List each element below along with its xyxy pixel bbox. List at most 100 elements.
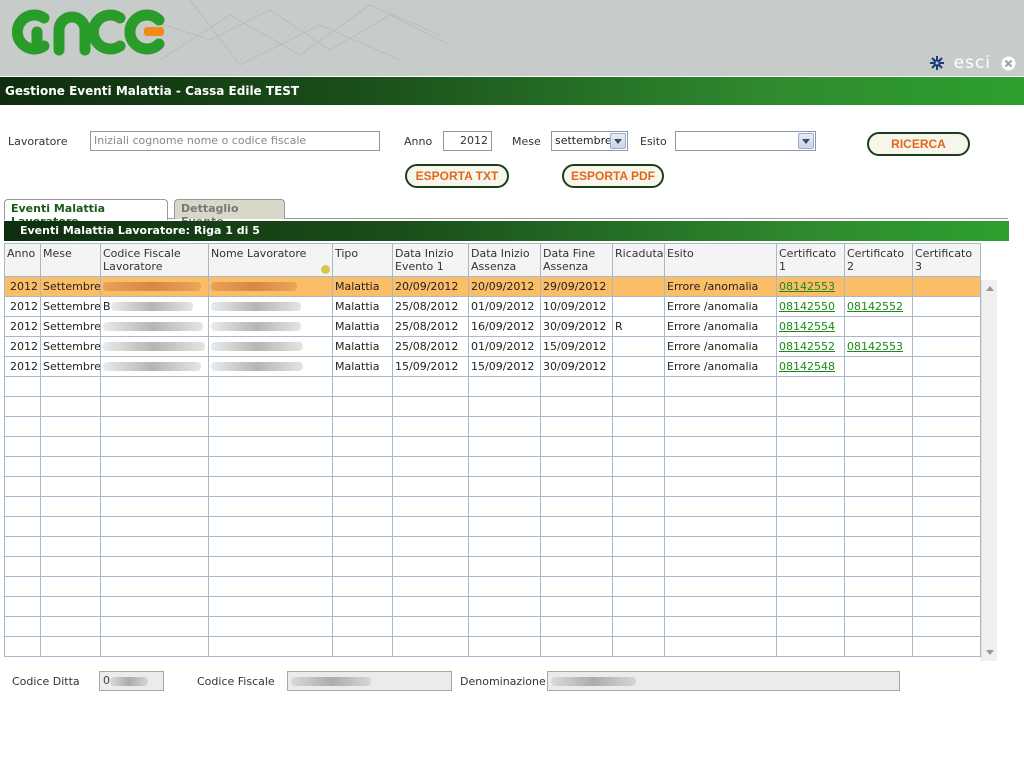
table-cell-nome <box>208 316 333 337</box>
column-header-nome[interactable]: Nome Lavoratore <box>208 243 333 277</box>
table-row[interactable]: 2012 Settembre Malattia 15/09/2012 15/09/201… <box>4 356 981 377</box>
sort-icon[interactable] <box>321 265 330 274</box>
empty-table-row[interactable] <box>4 436 981 457</box>
table-cell-mese <box>40 576 101 597</box>
table-cell-anno <box>4 576 41 597</box>
column-header[interactable]: Tipo <box>332 243 393 277</box>
table-cell-anno: 2012 <box>4 316 41 337</box>
mese-select[interactable]: settembre <box>551 131 628 151</box>
lavoratore-input[interactable]: Iniziali cognome nome o codice fiscale <box>90 131 380 151</box>
table-cell-mese <box>40 556 101 577</box>
export-pdf-button[interactable]: ESPORTA PDF <box>562 164 664 188</box>
table-cell-cf <box>100 316 209 337</box>
table-row[interactable]: 2012 Settembre Malattia 25/08/2012 01/09/201… <box>4 336 981 357</box>
export-txt-button[interactable]: ESPORTA TXT <box>405 164 509 188</box>
empty-table-row[interactable] <box>4 536 981 557</box>
table-cell-cert2 <box>844 516 913 537</box>
table-cell-mese <box>40 596 101 617</box>
table-cell-inizio-evento <box>392 516 469 537</box>
table-cell-nome <box>208 436 333 457</box>
app-header: esci <box>0 0 1024 76</box>
redacted-value <box>211 282 297 291</box>
column-header[interactable]: Esito <box>664 243 777 277</box>
certificate-link[interactable]: 08142548 <box>779 360 835 373</box>
certificate-link[interactable]: 08142550 <box>779 300 835 313</box>
redacted-value <box>211 342 303 351</box>
certificate-link[interactable]: 08142552 <box>779 340 835 353</box>
empty-table-row[interactable] <box>4 416 981 437</box>
table-cell-fine-assenza <box>540 576 613 597</box>
table-cell-cert2: 08142552 <box>844 296 913 317</box>
background-scribble <box>150 0 450 66</box>
table-cell-cert2 <box>844 316 913 337</box>
chevron-down-icon[interactable] <box>610 133 626 149</box>
scroll-down-icon[interactable] <box>986 650 994 655</box>
empty-table-row[interactable] <box>4 596 981 617</box>
table-cell-fine-assenza <box>540 396 613 417</box>
column-header[interactable]: Certificato 2 <box>844 243 913 277</box>
column-header[interactable]: Certificato 1 <box>776 243 845 277</box>
empty-table-row[interactable] <box>4 376 981 397</box>
column-header[interactable]: Anno <box>4 243 41 277</box>
empty-table-row[interactable] <box>4 636 981 657</box>
column-header[interactable]: Data Inizio Evento 1 <box>392 243 469 277</box>
table-cell-inizio-assenza <box>468 516 541 537</box>
empty-table-row[interactable] <box>4 476 981 497</box>
table-cell-tipo <box>332 416 393 437</box>
esito-select[interactable] <box>675 131 816 151</box>
exit-label[interactable]: esci <box>954 54 991 72</box>
column-header[interactable]: Data Inizio Assenza <box>468 243 541 277</box>
table-cell-esito: Errore /anomalia <box>664 276 777 297</box>
table-cell-mese: Settembre <box>40 316 101 337</box>
tab-eventi-malattia[interactable]: Eventi Malattia Lavoratore <box>4 199 168 228</box>
empty-table-row[interactable] <box>4 576 981 597</box>
table-row[interactable]: 2012 Settembre B Malattia 25/08/2012 01/09/20… <box>4 296 981 317</box>
empty-table-row[interactable] <box>4 616 981 637</box>
column-header[interactable]: Certificato 3 <box>912 243 981 277</box>
empty-table-row[interactable] <box>4 456 981 477</box>
table-cell-tipo <box>332 636 393 657</box>
table-cell-inizio-evento: 25/08/2012 <box>392 296 469 317</box>
empty-table-row[interactable] <box>4 516 981 537</box>
gear-icon[interactable] <box>929 56 944 70</box>
close-icon[interactable] <box>1001 56 1016 71</box>
table-cell-anno <box>4 436 41 457</box>
table-cell-mese: Settembre <box>40 276 101 297</box>
table-cell-esito: Errore /anomalia <box>664 336 777 357</box>
table-cell-tipo <box>332 436 393 457</box>
chevron-down-icon[interactable] <box>798 133 814 149</box>
table-cell-cert2 <box>844 456 913 477</box>
table-cell-esito <box>664 376 777 397</box>
certificate-link[interactable]: 08142554 <box>779 320 835 333</box>
redacted-value <box>103 282 201 291</box>
empty-table-row[interactable] <box>4 556 981 577</box>
empty-table-row[interactable] <box>4 496 981 517</box>
empty-table-row[interactable] <box>4 396 981 417</box>
tab-dettaglio-evento[interactable]: Dettaglio Evento <box>174 199 285 228</box>
column-header[interactable]: Ricaduta <box>612 243 665 277</box>
table-cell-cert3 <box>912 616 981 637</box>
table-cell-cf <box>100 496 209 517</box>
anno-input[interactable]: 2012 <box>443 131 492 151</box>
column-header[interactable]: Mese <box>40 243 101 277</box>
column-header[interactable]: Data Fine Assenza <box>540 243 613 277</box>
table-row[interactable]: 2012 Settembre Malattia 25/08/2012 16/09/201… <box>4 316 981 337</box>
table-cell-anno <box>4 456 41 477</box>
table-cell-ricaduta <box>612 616 665 637</box>
column-header[interactable]: Codice Fiscale Lavoratore <box>100 243 209 277</box>
table-cell-inizio-evento <box>392 636 469 657</box>
table-cell-cert3 <box>912 596 981 617</box>
certificate-link[interactable]: 08142553 <box>847 340 903 353</box>
scroll-up-icon[interactable] <box>986 286 994 291</box>
certificate-link[interactable]: 08142553 <box>779 280 835 293</box>
table-cell-inizio-evento <box>392 556 469 577</box>
table-cell-tipo: Malattia <box>332 336 393 357</box>
table-cell-anno <box>4 496 41 517</box>
table-row[interactable]: 2012 Settembre Malattia 20/09/2012 20/09/201… <box>4 276 981 297</box>
grid-scrollbar[interactable] <box>981 280 997 661</box>
ricerca-button[interactable]: RICERCA <box>867 132 970 156</box>
certificate-link[interactable]: 08142552 <box>847 300 903 313</box>
table-cell-ricaduta <box>612 476 665 497</box>
table-cell-cert2 <box>844 476 913 497</box>
table-cell-mese <box>40 496 101 517</box>
